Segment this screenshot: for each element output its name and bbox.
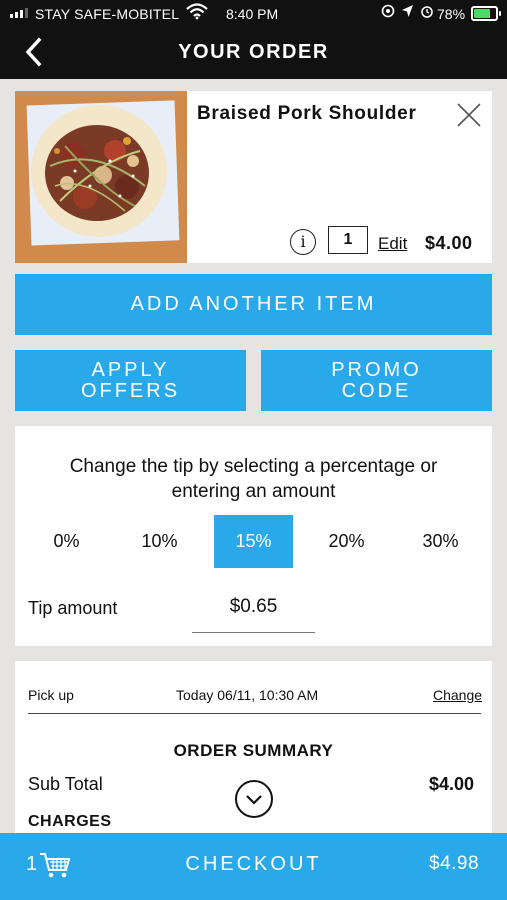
wifi-icon <box>186 3 208 20</box>
apply-offers-button[interactable]: APPLY OFFERS <box>15 350 246 411</box>
promo-code-button[interactable]: PROMO CODE <box>261 350 492 411</box>
alarm-icon <box>421 6 433 18</box>
charges-label: CHARGES <box>28 813 112 830</box>
apply-offers-label-line2: OFFERS <box>80 379 181 402</box>
battery-percent: 78% <box>437 6 466 22</box>
tip-amount-label: Tip amount <box>28 598 118 618</box>
add-another-item-button[interactable]: ADD ANOTHER ITEM <box>15 274 492 335</box>
subtotal-value: $4.00 <box>429 774 475 794</box>
checkout-button[interactable]: 1 CHECKOUT $4.98 <box>0 833 507 900</box>
tip-option-15-selected[interactable]: 15% <box>214 515 293 568</box>
status-bar: STAY SAFE-MOBITEL 8:40 PM 78% <box>0 0 507 28</box>
quantity-field[interactable]: 1 <box>328 226 368 254</box>
divider <box>28 713 481 714</box>
status-time: 8:40 PM <box>226 6 279 22</box>
promo-code-label-line1: PROMO <box>331 358 422 381</box>
tip-option-30[interactable]: 30% <box>401 515 480 568</box>
battery-icon <box>471 6 501 21</box>
screen-lock-icon <box>381 4 395 18</box>
info-icon[interactable]: i <box>290 229 316 255</box>
add-another-item-label: ADD ANOTHER ITEM <box>130 293 377 315</box>
tip-option-0[interactable]: 0% <box>27 515 106 568</box>
tip-card: Change the tip by selecting a percentage… <box>15 426 492 646</box>
checkout-total: $4.98 <box>429 853 480 874</box>
tip-option-20[interactable]: 20% <box>307 515 386 568</box>
tip-prompt: Change the tip by selecting a percentage… <box>69 456 438 502</box>
order-summary-card: Pick up Today 06/11, 10:30 AM Change ORD… <box>15 661 492 861</box>
carrier-name: STAY SAFE-MOBITEL <box>35 6 180 22</box>
item-name: Braised Pork Shoulder <box>197 103 417 124</box>
edit-item-link[interactable]: Edit <box>378 234 407 254</box>
pickup-time: Today 06/11, 10:30 AM <box>176 687 319 703</box>
expand-chevron-down-icon[interactable] <box>235 780 273 818</box>
order-item-card: Braised Pork Shoulder i 1 Edit $4.00 <box>15 91 492 263</box>
page-title: YOUR ORDER <box>178 41 329 63</box>
remove-item-close-icon[interactable] <box>456 102 482 128</box>
taco-image <box>15 91 187 263</box>
order-summary-title: ORDER SUMMARY <box>173 741 334 760</box>
apply-offers-label-line1: APPLY <box>91 358 170 381</box>
tip-amount-input[interactable]: $0.65 <box>192 594 315 633</box>
signal-icon <box>10 8 28 18</box>
pickup-label: Pick up <box>28 687 74 703</box>
status-icons <box>381 4 434 18</box>
item-price: $4.00 <box>425 233 473 253</box>
app-header: STAY SAFE-MOBITEL 8:40 PM 78% YOUR ORDER <box>0 0 507 79</box>
tip-option-10[interactable]: 10% <box>120 515 199 568</box>
food-image[interactable] <box>15 91 187 263</box>
location-icon <box>402 5 413 17</box>
subtotal-label: Sub Total <box>28 774 103 794</box>
change-pickup-link[interactable]: Change <box>433 687 482 703</box>
promo-code-label-line2: CODE <box>341 379 412 402</box>
